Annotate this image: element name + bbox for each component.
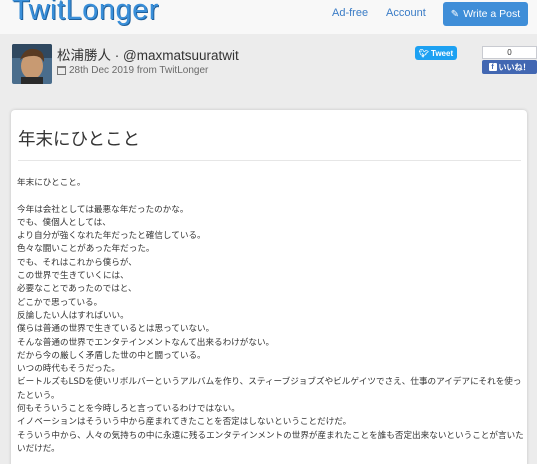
calendar-icon: [57, 66, 66, 75]
tweet-button[interactable]: 🐦︎ Tweet: [415, 46, 457, 60]
body-line: どこかで思っている。: [17, 297, 103, 308]
tweet-label: Tweet: [431, 48, 454, 58]
body-line: そういう中から、人々の気持ちの中に永遠に残るエンタテインメントの世界が産まれたこ…: [17, 430, 524, 454]
write-post-label: Write a Post: [463, 8, 521, 20]
post-card: 年末にひとこと 年末にひとこと。 今年は会社としては最悪な年だったのかな。 でも…: [11, 110, 527, 464]
body-line: 色々な闘いことがあった年だった。: [17, 244, 155, 255]
body-line: 必要なことであったのではと、: [17, 284, 137, 295]
edit-icon: ✎: [450, 8, 460, 20]
body-line: 反論したい人はすればいい。: [17, 310, 129, 321]
facebook-like-button[interactable]: f いいね！: [482, 60, 537, 74]
body-line: でも、それはこれから僕らが、: [17, 257, 137, 268]
body-line: だから今の厳しく矛盾した世の中と闘っている。: [17, 350, 206, 361]
like-count: 0: [482, 46, 537, 59]
body-line: でも、僕個人としては、: [17, 217, 111, 228]
like-label: いいね！: [498, 62, 531, 72]
divider: [18, 160, 521, 161]
post-author[interactable]: 松浦勝人 · @maxmatsuuratwit: [57, 44, 239, 64]
nav-link-account[interactable]: Account: [386, 7, 426, 19]
avatar[interactable]: [12, 44, 52, 84]
site-logo[interactable]: TwitLonger: [12, 0, 159, 27]
body-line: イノベーションはそういう中から産まれてきたことを否定はしないということだけだ。: [17, 417, 352, 428]
body-line: より自分が強くなれた年だったと確信している。: [17, 231, 206, 242]
body-line: 何もそういうことを今時しろと言っているわけではない。: [17, 404, 240, 415]
post-body: 年末にひとこと。 今年は会社としては最悪な年だったのかな。 でも、僕個人としては…: [17, 177, 527, 456]
post-title: 年末にひとこと: [18, 130, 140, 150]
facebook-like-widget: 0 f いいね！: [482, 46, 537, 74]
body-line: いつの時代もそうだった。: [17, 364, 120, 375]
nav-link-ad-free[interactable]: Ad-free: [332, 7, 368, 19]
body-line: [17, 190, 527, 203]
body-line: 年末にひとこと。: [17, 178, 86, 188]
navbar: TwitLonger Ad-free Account ✎ Write a Pos…: [0, 0, 537, 34]
body-line: この世界で生きていくには、: [17, 271, 129, 282]
facebook-icon: f: [488, 63, 497, 71]
body-line: そんな普通の世界でエンタテインメントなんて出来るわけがない。: [17, 337, 275, 348]
write-post-button[interactable]: ✎ Write a Post: [443, 2, 528, 26]
post-date-text: 28th Dec 2019 from TwitLonger: [69, 65, 209, 76]
body-line: 今年は会社としては最悪な年だったのかな。: [17, 204, 189, 215]
twitter-bird-icon: 🐦︎: [418, 48, 430, 58]
body-line: 僕らは普通の世界で生きているとは思っていない。: [17, 324, 215, 335]
post-date: 28th Dec 2019 from TwitLonger: [57, 65, 208, 76]
body-line: ビートルズもLSDを使いリボルバーというアルバムを作り、スティーブジョブズやビル…: [17, 377, 522, 401]
